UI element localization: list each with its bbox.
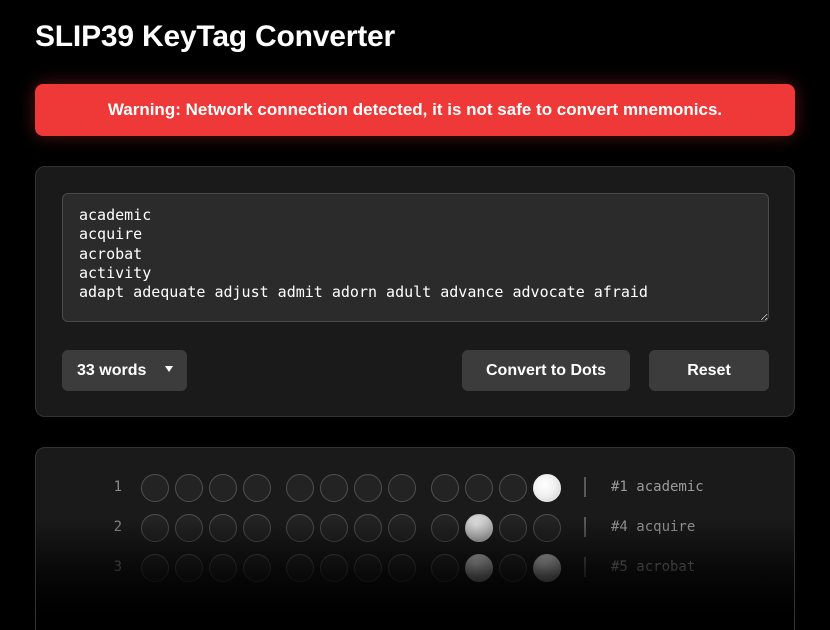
reset-button[interactable]: Reset (649, 350, 769, 391)
dot-filled (465, 554, 493, 582)
dot-row: 1 #1 academic (36, 470, 796, 506)
dot-empty (320, 514, 348, 542)
row-word: #1 academic (611, 479, 704, 495)
dot-empty (431, 474, 459, 502)
row-word: #5 acrobat (611, 559, 696, 575)
dot-empty (209, 514, 237, 542)
row-index: 3 (113, 559, 122, 575)
dot-empty (388, 514, 416, 542)
warning-text: Warning: Network connection detected, it… (107, 100, 723, 119)
convert-to-dots-button[interactable]: Convert to Dots (462, 350, 630, 391)
chevron-down-icon (165, 366, 173, 372)
dot-empty (209, 474, 237, 502)
dot-empty (354, 554, 382, 582)
word-count-value: 33 words (77, 361, 147, 379)
row-index: 1 (113, 479, 122, 495)
dot-empty (431, 514, 459, 542)
page-title: SLIP39 KeyTag Converter (35, 20, 395, 53)
input-card: 33 words Convert to Dots Reset (35, 166, 795, 417)
dot-empty (175, 474, 203, 502)
dot-empty (141, 554, 169, 582)
dot-empty (354, 514, 382, 542)
dot-row: 3 #5 acrobat (36, 550, 796, 586)
dot-empty (499, 514, 527, 542)
dot-empty (209, 554, 237, 582)
row-separator (584, 477, 586, 497)
dot-empty (320, 474, 348, 502)
dot-empty (243, 474, 271, 502)
dot-empty (286, 514, 314, 542)
row-separator (584, 557, 586, 577)
dot-empty (354, 474, 382, 502)
dot-empty (465, 474, 493, 502)
dot-empty (533, 514, 561, 542)
dot-empty (286, 554, 314, 582)
row-word: #4 acquire (611, 519, 696, 535)
app-root: SLIP39 KeyTag Converter Warning: Network… (0, 0, 830, 630)
dot-empty (431, 554, 459, 582)
dot-filled (533, 474, 561, 502)
word-count-select[interactable]: 33 words (62, 350, 187, 391)
dot-empty (388, 474, 416, 502)
dot-filled (465, 514, 493, 542)
dot-empty (499, 474, 527, 502)
dot-empty (499, 554, 527, 582)
dot-filled (533, 554, 561, 582)
dot-empty (286, 474, 314, 502)
dot-empty (320, 554, 348, 582)
dots-output-card: 1 #1 academic 2 #4 acquire 3 #5 acrobat (35, 447, 795, 630)
row-separator (584, 517, 586, 537)
dot-empty (175, 514, 203, 542)
network-warning-banner: Warning: Network connection detected, it… (35, 84, 795, 136)
dot-empty (243, 514, 271, 542)
dot-empty (175, 554, 203, 582)
dot-empty (141, 514, 169, 542)
row-index: 2 (113, 519, 122, 535)
dot-empty (388, 554, 416, 582)
mnemonic-input[interactable] (62, 193, 769, 322)
dot-row: 2 #4 acquire (36, 510, 796, 546)
dot-empty (243, 554, 271, 582)
dot-empty (141, 474, 169, 502)
